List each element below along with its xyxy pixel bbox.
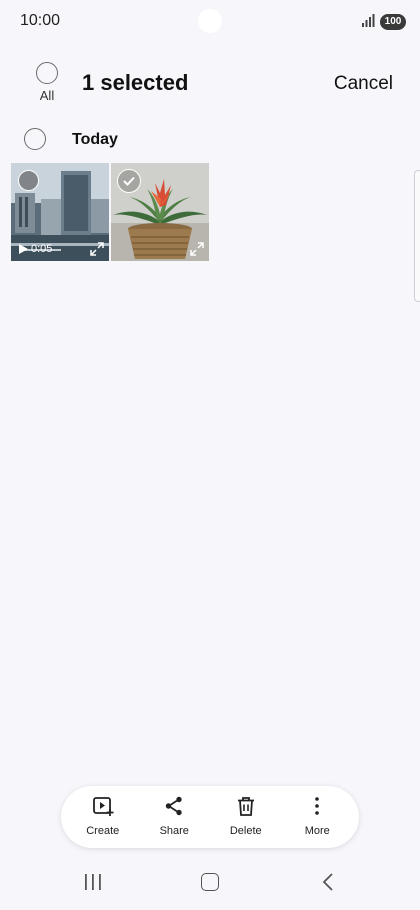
expand-icon[interactable]: [90, 242, 104, 256]
create-icon: [92, 797, 114, 816]
video-duration-label: 0:05: [31, 243, 53, 255]
more-button[interactable]: More: [284, 795, 350, 839]
play-icon: [19, 244, 28, 254]
video-duration: 0:05: [19, 243, 52, 255]
camera-cutout: [198, 9, 222, 33]
share-icon: [166, 796, 182, 816]
select-all-checkbox[interactable]: All: [30, 62, 64, 103]
status-bar: 10:00 100: [0, 0, 420, 44]
media-thumbnail-photo[interactable]: [111, 163, 209, 261]
share-button[interactable]: Share: [141, 795, 207, 839]
check-icon: [123, 176, 135, 186]
media-thumbnail-video[interactable]: 0:05: [11, 163, 109, 261]
battery-icon: 100: [380, 14, 406, 30]
trash-icon: [237, 797, 254, 816]
delete-label: Delete: [229, 825, 262, 837]
delete-button[interactable]: Delete: [213, 795, 279, 839]
back-icon[interactable]: [322, 873, 334, 891]
recent-apps-icon[interactable]: [84, 874, 102, 890]
create-button[interactable]: Create: [70, 795, 136, 839]
select-all-circle-icon: [36, 62, 58, 84]
create-label: Create: [86, 825, 120, 837]
bottom-toolbar: Create Share Delete More: [61, 786, 359, 848]
section-select-checkbox[interactable]: [24, 128, 46, 150]
scroll-handle[interactable]: [414, 170, 420, 302]
photo-select-checkbox[interactable]: [117, 169, 141, 193]
system-nav-bar: [0, 862, 420, 902]
more-vertical-icon: [315, 797, 320, 815]
video-select-checkbox[interactable]: [18, 170, 39, 191]
section-title: Today: [72, 131, 118, 148]
more-label: More: [304, 825, 330, 837]
share-label: Share: [159, 825, 189, 837]
expand-icon[interactable]: [190, 242, 204, 256]
select-all-label: All: [39, 88, 55, 103]
signal-icon: [362, 14, 375, 27]
home-icon[interactable]: [201, 873, 219, 891]
cancel-button[interactable]: Cancel: [334, 73, 393, 95]
page-title: 1 selected: [82, 70, 189, 95]
status-time: 10:00: [20, 12, 61, 29]
